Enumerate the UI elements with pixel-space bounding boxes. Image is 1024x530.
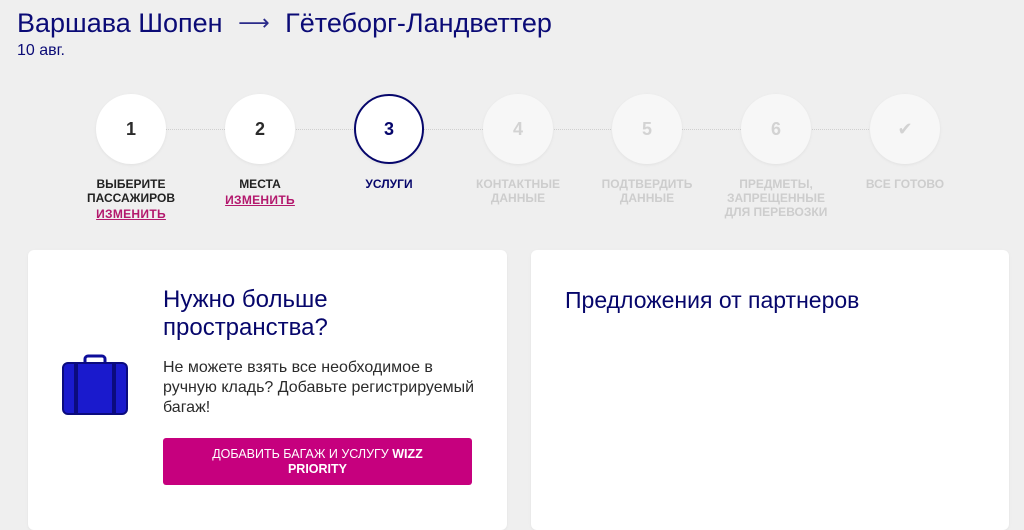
step-label: ПРЕДМЕТЫ, ЗАПРЕЩЕННЫЕ ДЛЯ ПЕРЕВОЗКИ xyxy=(724,177,828,219)
step-label: ВЫБЕРИТЕ ПАССАЖИРОВ xyxy=(86,177,175,205)
button-label: ДОБАВИТЬ БАГАЖ И УСЛУГУ WIZZ PRIORITY xyxy=(212,446,423,476)
step-label: УСЛУГИ xyxy=(365,177,413,191)
baggage-offer-card: Нужно больше пространства? Не можете взя… xyxy=(28,250,507,530)
flight-date: 10 авг. xyxy=(17,42,65,59)
add-baggage-priority-button[interactable]: ДОБАВИТЬ БАГАЖ И УСЛУГУ WIZZ PRIORITY xyxy=(163,438,472,485)
step-label: ВСЕ ГОТОВО xyxy=(865,177,945,191)
step-label: МЕСТА xyxy=(239,177,281,191)
step-all-done: ✔ ВСЕ ГОТОВО xyxy=(851,94,959,191)
baggage-offer-title: Нужно больше пространства? xyxy=(163,286,328,341)
route-title: Варшава Шопен ⟶ Гётеборг-Ландветтер xyxy=(17,6,552,42)
step-seats: 2 МЕСТА ИЗМЕНИТЬ xyxy=(206,94,314,207)
step-services: 3 УСЛУГИ xyxy=(335,94,443,191)
edit-seats-link[interactable]: ИЗМЕНИТЬ xyxy=(206,193,314,207)
destination-city: Гётеборг-Ландветтер xyxy=(285,8,552,38)
booking-stepper: 1 ВЫБЕРИТЕ ПАССАЖИРОВ ИЗМЕНИТЬ 2 МЕСТА И… xyxy=(86,94,946,234)
step-circle: 5 xyxy=(612,94,682,164)
step-contact-details: 4 КОНТАКТНЫЕ ДАННЫЕ xyxy=(464,94,572,205)
checkmark-icon: ✔ xyxy=(870,94,940,164)
step-confirm-details: 5 ПОДТВЕРДИТЬ ДАННЫЕ xyxy=(593,94,701,205)
step-circle: 4 xyxy=(483,94,553,164)
partner-offers-title: Предложения от партнеров xyxy=(565,287,860,313)
route-arrow-icon: ⟶ xyxy=(238,10,270,35)
step-prohibited-items: 6 ПРЕДМЕТЫ, ЗАПРЕЩЕННЫЕ ДЛЯ ПЕРЕВОЗКИ xyxy=(722,94,830,219)
step-label: ПОДТВЕРДИТЬ ДАННЫЕ xyxy=(601,177,693,205)
partner-offers-card: Предложения от партнеров xyxy=(531,250,1009,530)
baggage-offer-text: Не можете взять все необходимое в ручную… xyxy=(163,359,475,416)
edit-passengers-link[interactable]: ИЗМЕНИТЬ xyxy=(77,207,185,221)
step-circle: 3 xyxy=(354,94,424,164)
origin-city: Варшава Шопен xyxy=(17,8,223,38)
suitcase-icon xyxy=(62,354,128,415)
step-label: КОНТАКТНЫЕ ДАННЫЕ xyxy=(476,177,560,205)
step-circle: 1 xyxy=(96,94,166,164)
step-circle: 2 xyxy=(225,94,295,164)
step-passengers: 1 ВЫБЕРИТЕ ПАССАЖИРОВ ИЗМЕНИТЬ xyxy=(77,94,185,221)
step-circle: 6 xyxy=(741,94,811,164)
